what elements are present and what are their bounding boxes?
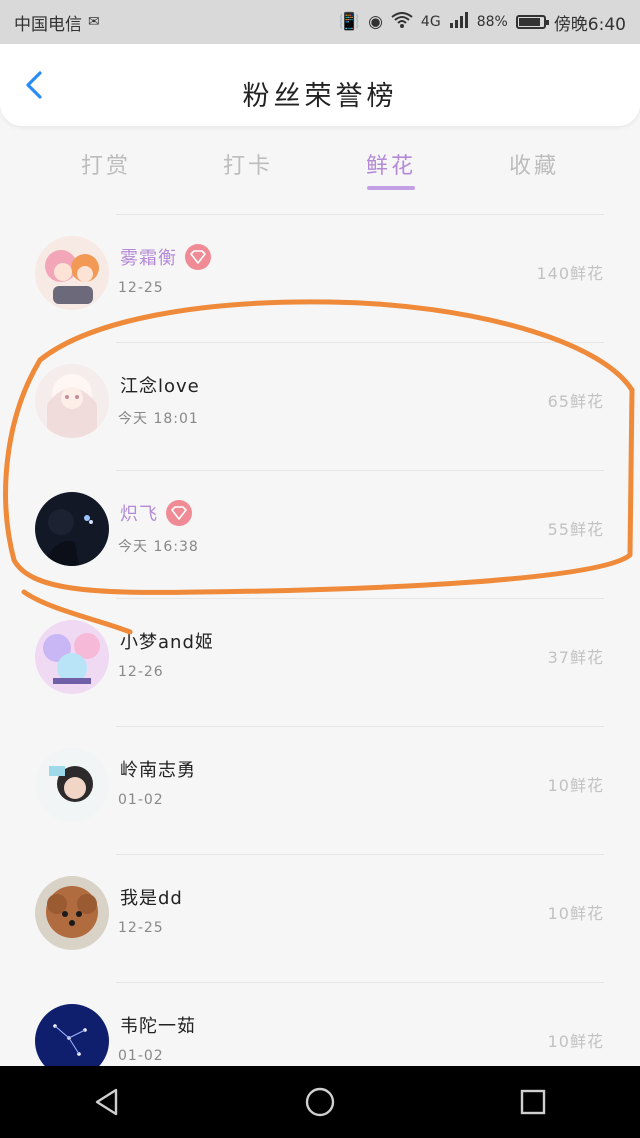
tab-tips[interactable]: 打赏 (46, 148, 166, 180)
active-tab-indicator (367, 186, 415, 190)
divider (116, 598, 604, 599)
fan-date: 12-25 (118, 920, 164, 936)
fan-name: 我是dd (120, 888, 183, 909)
avatar[interactable] (35, 748, 109, 822)
list-item[interactable]: 我是dd 12-25 10鲜花 (0, 854, 640, 982)
home-nav-button[interactable] (300, 1082, 340, 1122)
header: 粉丝荣誉榜 (0, 44, 640, 126)
flower-count: 37鲜花 (547, 648, 604, 667)
triangle-back-icon (95, 1088, 117, 1116)
diamond-badge-icon (166, 500, 192, 526)
list-item[interactable]: 炽飞 今天 16:38 55鲜花 (0, 470, 640, 598)
battery-percent: 88% (476, 14, 508, 30)
clock: 傍晚6:40 (553, 14, 626, 35)
status-bar: 中国电信 ✉ 📳 ◉ 4G 88% 傍晚6:40 (0, 0, 640, 44)
battery-icon (515, 15, 549, 29)
flower-count: 10鲜花 (547, 776, 604, 795)
recents-nav-button[interactable] (513, 1082, 553, 1122)
divider (116, 982, 604, 983)
divider (116, 214, 604, 215)
message-icon: ✉ (88, 14, 100, 30)
back-nav-button[interactable] (87, 1082, 127, 1122)
list-item[interactable]: 雾霜衡 12-25 140鲜花 (0, 214, 640, 342)
avatar[interactable] (35, 364, 109, 438)
fan-name: 小梦and姬 (120, 632, 214, 653)
page-title: 粉丝荣誉榜 (242, 81, 398, 112)
fan-date: 12-26 (118, 664, 164, 680)
flower-count: 55鲜花 (547, 520, 604, 539)
divider (116, 726, 604, 727)
divider (116, 470, 604, 471)
network-type: 4G (420, 14, 441, 30)
navigation-bar (0, 1066, 640, 1138)
tab-checkin[interactable]: 打卡 (188, 148, 308, 180)
fan-name: 雾霜衡 (120, 244, 211, 272)
avatar[interactable] (35, 876, 109, 950)
list-item[interactable]: 岭南志勇 01-02 10鲜花 (0, 726, 640, 854)
flower-count: 65鲜花 (547, 392, 604, 411)
tab-favorites[interactable]: 收藏 (474, 148, 594, 180)
diamond-badge-icon (185, 244, 211, 270)
avatar[interactable] (35, 236, 109, 310)
fan-date: 今天 16:38 (118, 539, 199, 555)
fan-name: 炽飞 (120, 500, 192, 528)
circle-home-icon (305, 1087, 335, 1117)
flower-count: 10鲜花 (547, 1032, 604, 1051)
divider (116, 342, 604, 343)
square-recents-icon (521, 1089, 546, 1115)
flower-count: 10鲜花 (547, 904, 604, 923)
fan-name: 韦陀一茹 (120, 1016, 196, 1037)
fan-name: 岭南志勇 (120, 760, 196, 781)
fan-date: 01-02 (118, 792, 164, 808)
tab-bar: 打赏 打卡 鲜花 收藏 (0, 140, 640, 196)
fan-date: 今天 18:01 (118, 411, 199, 427)
signal-icon (449, 11, 469, 33)
avatar[interactable] (35, 492, 109, 566)
wifi-icon (391, 11, 413, 33)
fan-name: 江念love (120, 376, 200, 397)
fan-date: 12-25 (118, 280, 164, 296)
list-item[interactable]: 江念love 今天 18:01 65鲜花 (0, 342, 640, 470)
carrier-label: 中国电信 (14, 14, 82, 35)
fan-date: 01-02 (118, 1048, 164, 1064)
eye-icon: ◉ (368, 12, 383, 32)
vibrate-icon: 📳 (338, 12, 361, 32)
list-item[interactable]: 小梦and姬 12-26 37鲜花 (0, 598, 640, 726)
divider (116, 854, 604, 855)
tab-flowers[interactable]: 鲜花 (331, 148, 451, 180)
avatar[interactable] (35, 620, 109, 694)
flower-count: 140鲜花 (536, 264, 604, 283)
